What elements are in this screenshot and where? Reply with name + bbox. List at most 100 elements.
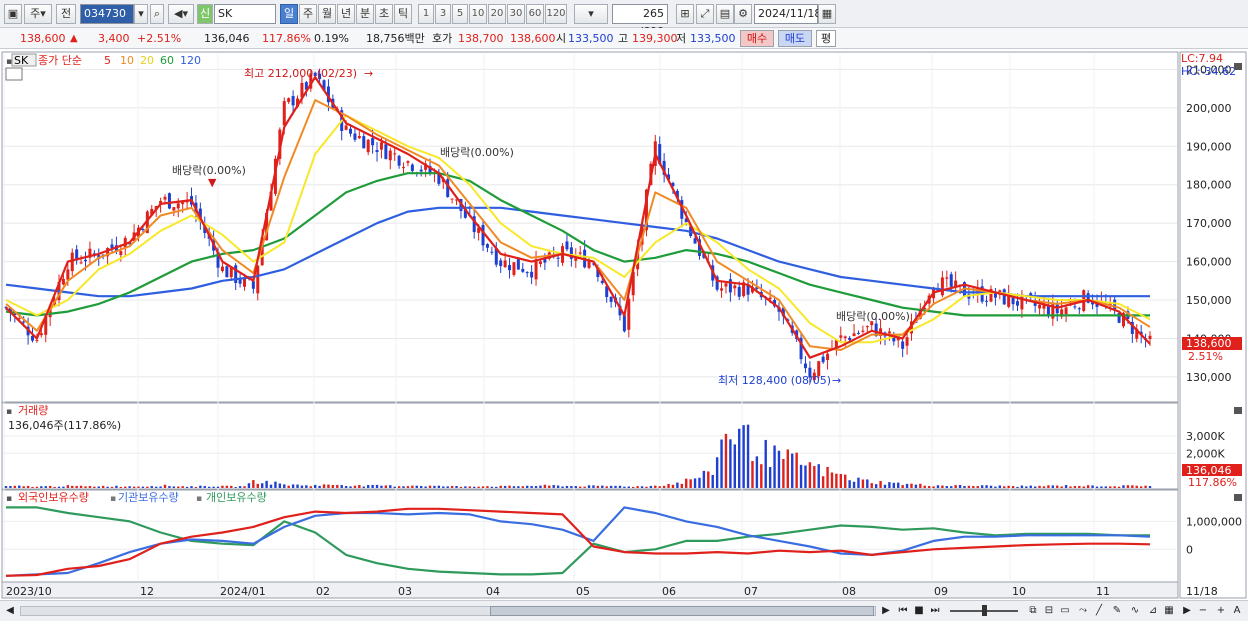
volume-bar [1139, 486, 1143, 488]
volume-bar [389, 485, 392, 488]
interval-tab-4[interactable]: 20 [488, 4, 506, 24]
volume-bar [954, 485, 957, 488]
volume-bar [883, 484, 887, 488]
period-tab-6[interactable]: 틱 [394, 4, 412, 24]
volume-bar [742, 425, 745, 488]
interval-dropdown-icon[interactable]: ▾ [574, 4, 608, 24]
code-dropdown-icon[interactable]: ▾ [134, 4, 148, 24]
count-display[interactable]: 265 /600 [612, 4, 668, 38]
candle-body [84, 259, 88, 262]
buy-button[interactable]: 매수 [740, 30, 774, 47]
price-close-icon[interactable] [1234, 63, 1242, 70]
chart-canvas[interactable]: 130,000140,000150,000160,000170,000180,0… [0, 50, 1248, 600]
search-icon[interactable]: ⌕ [150, 4, 164, 24]
market-badge: 신 [197, 4, 213, 24]
panel-toggle-icon[interactable]: ▪ [6, 57, 12, 67]
volume-bar [124, 486, 127, 488]
interval-tab-3[interactable]: 10 [469, 4, 487, 24]
ma20-legend: 20 [140, 54, 154, 67]
price-change: 3,400 [98, 32, 130, 45]
interval-tab-1[interactable]: 3 [435, 4, 451, 24]
chart-type-icon[interactable]: ▦ [1162, 604, 1176, 618]
volume-bar [238, 486, 242, 488]
scroll-right-icon[interactable]: ▶ [880, 604, 892, 618]
quote-bar: 138,600 ▲ 3,400 +2.51% 136,046 117.86% 0… [0, 28, 1248, 49]
zoom-slider-handle[interactable] [982, 605, 987, 616]
window-icon[interactable]: ▭ [1058, 604, 1072, 618]
grid-icon[interactable] [5, 67, 23, 81]
volume-bar [22, 486, 25, 488]
volume-bar [406, 486, 410, 488]
volume-bar [9, 485, 12, 488]
draw-icon[interactable]: ✎ [1110, 604, 1124, 618]
candle-body [861, 330, 865, 332]
chart-tool-icon[interactable]: ⊞ [676, 4, 694, 24]
scroll-thumb[interactable] [490, 606, 874, 616]
trade-amount: 18,756백만 [366, 32, 425, 45]
ruler-icon[interactable]: ⊿ [1146, 604, 1160, 618]
interval-tab-0[interactable]: 1 [418, 4, 434, 24]
volume-toggle-icon[interactable]: ▪ [6, 407, 12, 417]
stop-icon[interactable]: ■ [912, 604, 926, 618]
rewind-icon[interactable]: ⏮ [896, 604, 910, 618]
chart-area[interactable]: 130,000140,000150,000160,000170,000180,0… [0, 50, 1248, 600]
volume-bar [79, 485, 83, 488]
gear-icon[interactable]: ⚙ [734, 4, 752, 24]
crosshair-icon[interactable]: ⤢ [696, 4, 714, 24]
volume-ratio: 117.86% [262, 32, 311, 45]
period-tab-2[interactable]: 월 [318, 4, 336, 24]
candle-body [848, 337, 852, 340]
period-tab-5[interactable]: 초 [375, 4, 393, 24]
trend-icon[interactable]: ⤳ [1076, 604, 1090, 618]
line-tool-icon[interactable]: ╱ [1092, 604, 1106, 618]
scroll-left-icon[interactable]: ◀ [4, 604, 16, 618]
volume-bar [300, 485, 304, 488]
current-price: 138,600 [20, 32, 66, 45]
date-field[interactable]: 2024/11/18 [754, 4, 821, 24]
volume-bar [97, 486, 100, 488]
volume-bar [490, 486, 494, 488]
wave-icon[interactable]: ∿ [1128, 604, 1142, 618]
save-icon[interactable]: ▤ [716, 4, 734, 24]
interval-tab-2[interactable]: 5 [452, 4, 468, 24]
prev-button[interactable]: 전 [56, 4, 76, 24]
interval-tab-6[interactable]: 60 [526, 4, 544, 24]
interval-tab-5[interactable]: 30 [507, 4, 525, 24]
horizontal-scrollbar[interactable]: ◀ ▶ ⏮ ■ ⏭ ⧉ ⊟ ▭ ⤳ ╱ ✎ ∿ ⊿ ▦ ▶ − + A [0, 600, 1248, 621]
period-tab-4[interactable]: 분 [356, 4, 374, 24]
volume-bar [830, 472, 834, 488]
stock-name-field[interactable]: SK [214, 4, 276, 24]
stock-code-input[interactable]: 034730 [80, 4, 134, 24]
volume-bar [468, 486, 471, 488]
holding-toggle-icon[interactable]: ▪ [6, 494, 12, 504]
copy-icon[interactable]: ⧉ [1026, 604, 1040, 618]
layout-split-icon[interactable]: ⊟ [1042, 604, 1056, 618]
volume-bar [768, 467, 772, 488]
volume-bar [380, 485, 383, 488]
calendar-icon[interactable]: ▦ [818, 4, 836, 24]
interval-tab-7[interactable]: 120 [545, 4, 567, 24]
next-icon[interactable]: ▶ [1180, 604, 1194, 618]
volume-bar [980, 485, 984, 488]
period-tab-1[interactable]: 주 [299, 4, 317, 24]
period-select[interactable]: 주▾ [24, 4, 52, 24]
volume-bar [786, 449, 790, 488]
speaker-icon[interactable]: ◀▾ [168, 4, 194, 24]
layout-icon[interactable]: ▣ [4, 4, 22, 24]
volume-close-icon[interactable] [1234, 407, 1242, 414]
zoom-in-icon[interactable]: + [1214, 604, 1228, 618]
volume-bar [305, 485, 308, 488]
volume-bar [1091, 485, 1094, 488]
candle-body [852, 333, 856, 337]
volume-bar [318, 485, 321, 488]
font-size-icon[interactable]: A [1230, 604, 1244, 618]
eval-button[interactable]: 평 [816, 30, 836, 47]
period-tab-3[interactable]: 년 [337, 4, 355, 24]
holding-close-icon[interactable] [1234, 494, 1242, 501]
candle-body [287, 98, 291, 102]
zoom-out-icon[interactable]: − [1196, 604, 1210, 618]
sell-button[interactable]: 매도 [778, 30, 812, 47]
volume-bar [623, 486, 626, 488]
period-tab-0[interactable]: 일 [280, 4, 298, 24]
fast-forward-icon[interactable]: ⏭ [928, 604, 942, 618]
